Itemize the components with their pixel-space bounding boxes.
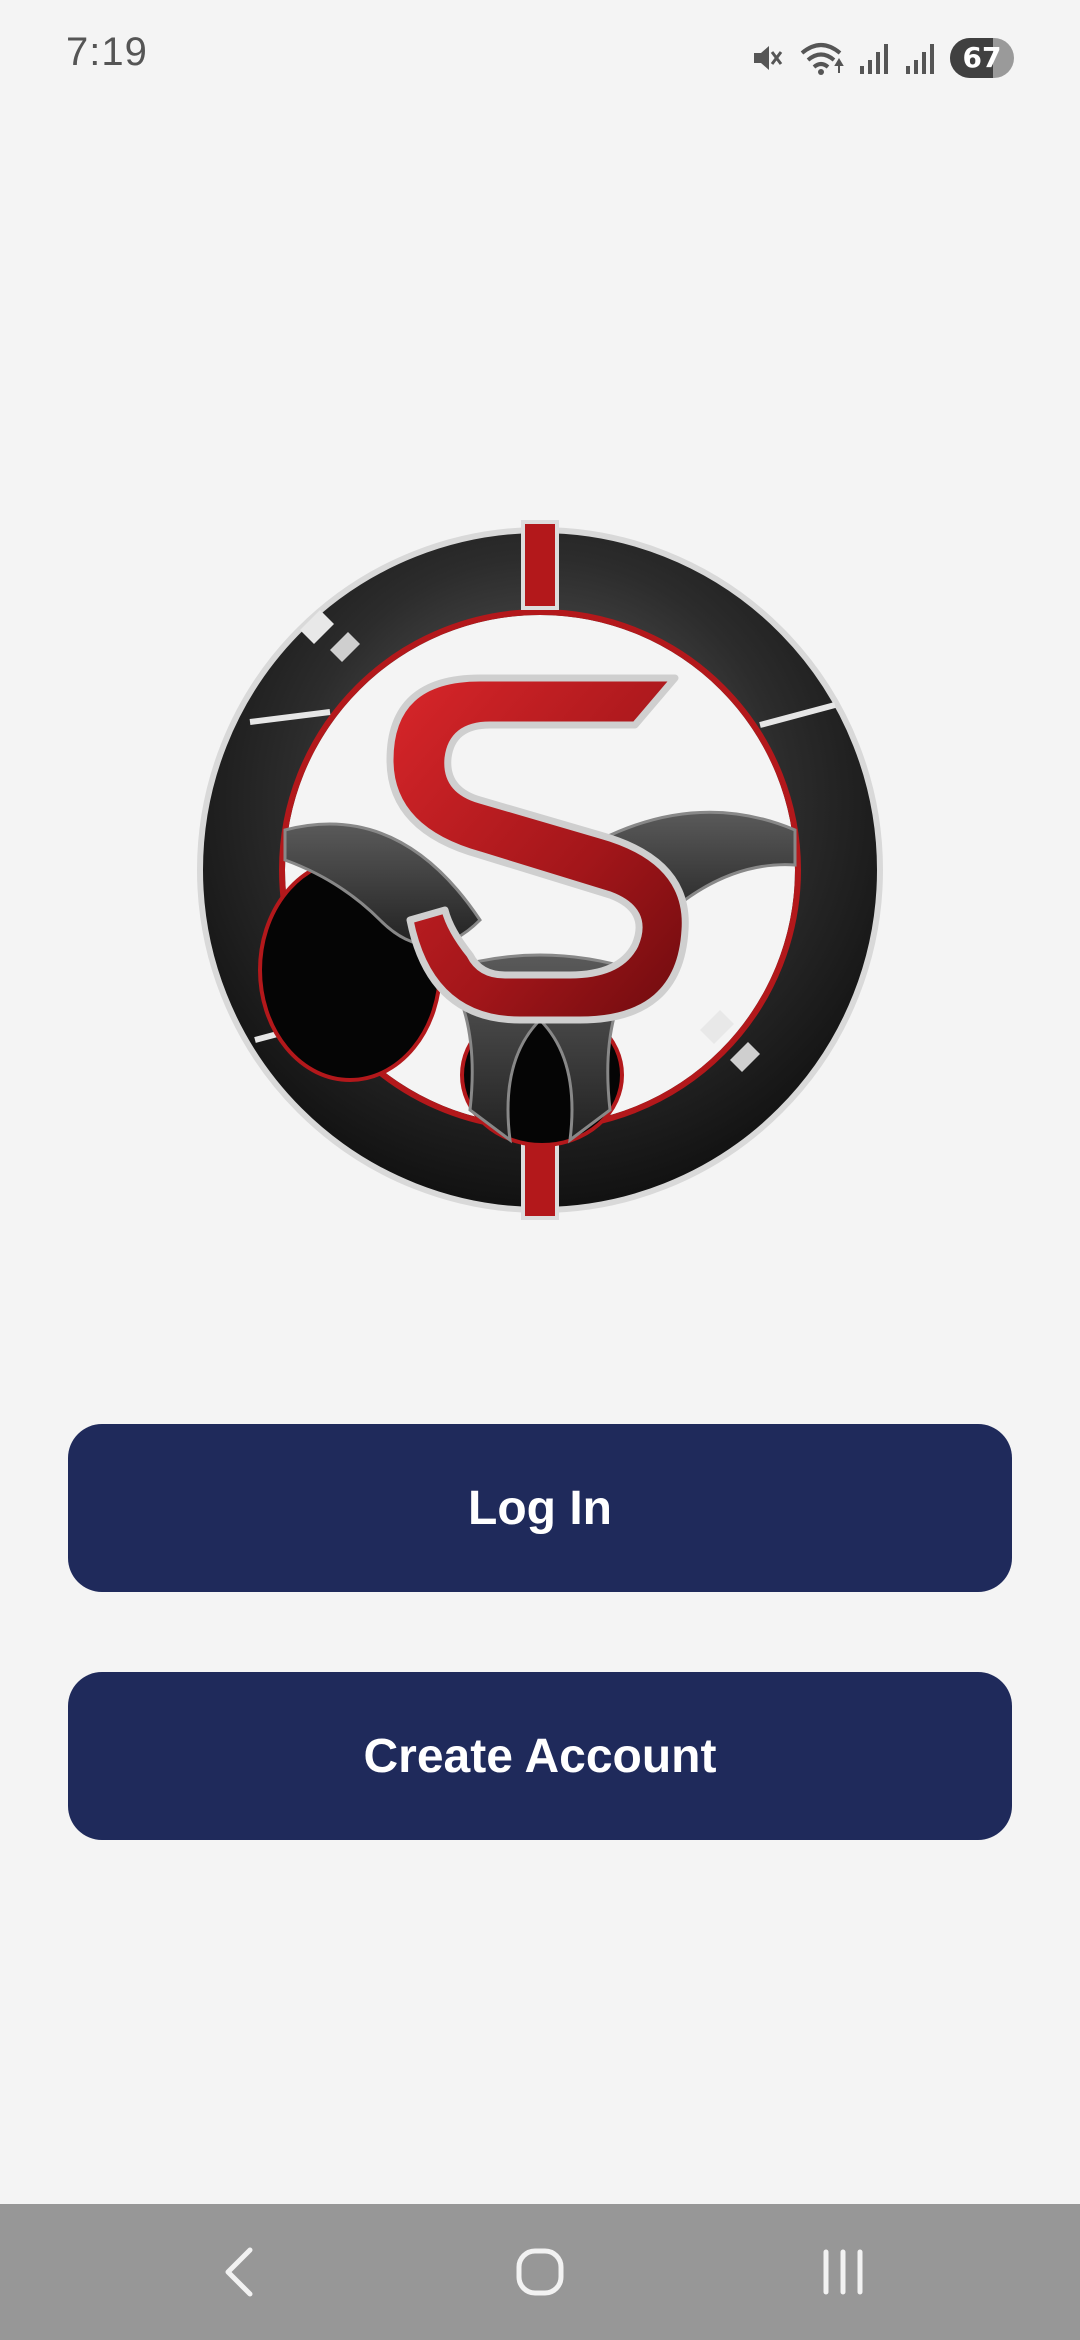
battery-level: 67 (962, 41, 1002, 74)
home-icon (516, 2248, 564, 2296)
recent-apps-icon (823, 2249, 863, 2295)
back-button[interactable] (195, 2232, 285, 2312)
navigation-bar (0, 2204, 1080, 2340)
recent-apps-button[interactable] (798, 2232, 888, 2312)
signal-icon (858, 40, 890, 76)
login-button[interactable]: Log In (68, 1424, 1012, 1592)
back-icon (225, 2247, 253, 2297)
create-account-button[interactable]: Create Account (68, 1672, 1012, 1840)
wifi-icon (798, 39, 844, 77)
steering-wheel-logo (197, 520, 883, 1220)
battery-icon: 67 (950, 38, 1014, 78)
mute-icon (748, 40, 784, 76)
signal-icon (904, 40, 936, 76)
status-icons: 67 (748, 36, 1014, 80)
status-time: 7:19 (66, 30, 148, 74)
app-logo (180, 500, 900, 1240)
status-bar: 7:19 67 (0, 0, 1080, 118)
home-button[interactable] (495, 2232, 585, 2312)
